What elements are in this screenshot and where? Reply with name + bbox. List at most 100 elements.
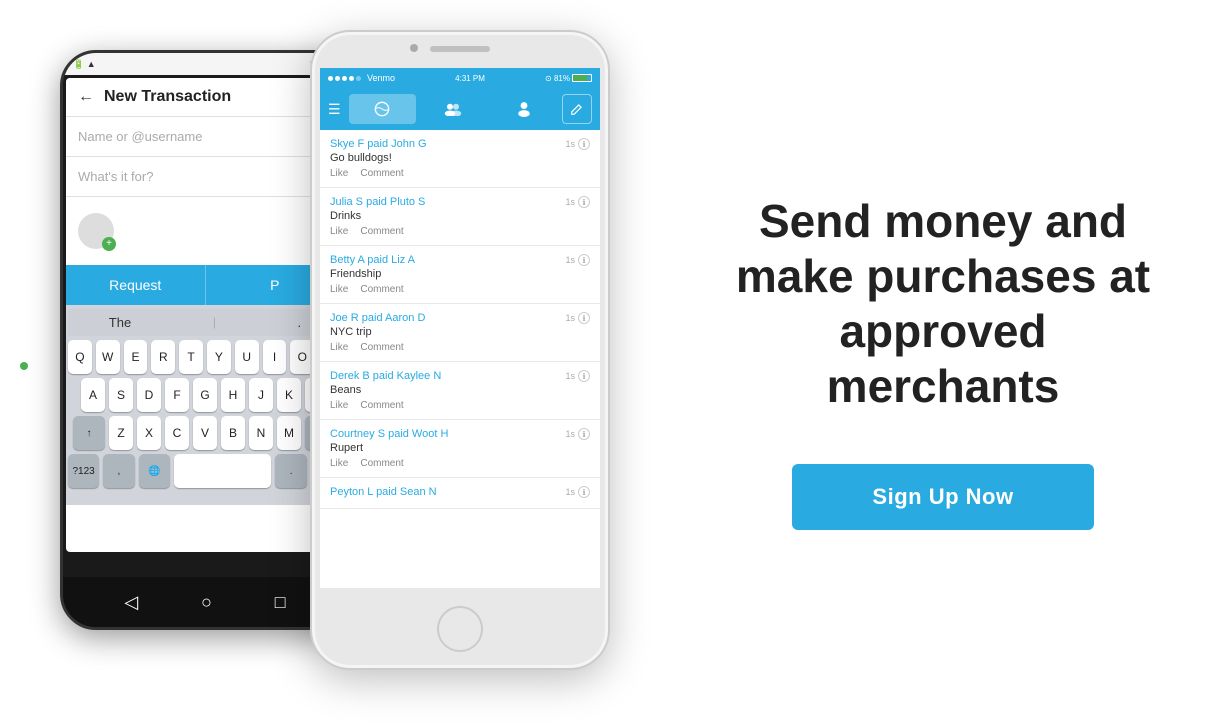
venmo-feed: Skye F paid John G 1s ℹ Go bulldogs! Lik… (320, 130, 600, 588)
iphone-speaker (430, 46, 490, 52)
venmo-nav: ☰ (320, 88, 600, 130)
key-d[interactable]: D (137, 378, 161, 412)
feed-item-6-time: 1s ℹ (565, 428, 590, 440)
key-a[interactable]: A (81, 378, 105, 412)
key-y[interactable]: Y (207, 340, 231, 374)
key-h[interactable]: H (221, 378, 245, 412)
comment-btn-4[interactable]: Comment (360, 342, 403, 353)
info-icon-3[interactable]: ℹ (578, 254, 590, 266)
key-globe[interactable]: 🌐 (139, 454, 170, 488)
tagline-line3: approved merchants (827, 305, 1060, 412)
feed-item-2: Julia S paid Pluto S 1s ℹ Drinks Like Co… (320, 188, 600, 246)
nav-global-feed[interactable] (349, 94, 416, 124)
key-g[interactable]: G (193, 378, 217, 412)
avatar (78, 213, 114, 249)
keyboard-row-4: ?123 , 🌐 . ↵ (68, 454, 342, 488)
feed-item-1: Skye F paid John G 1s ℹ Go bulldogs! Lik… (320, 130, 600, 188)
feed-item-7-name: Peyton L paid Sean N (330, 486, 437, 498)
keyboard-row-2: A S D F G H J K L (68, 378, 342, 412)
feed-item-1-actions: Like Comment (330, 168, 590, 179)
android-home-btn[interactable]: ○ (201, 592, 212, 613)
signup-button[interactable]: Sign Up Now (792, 464, 1093, 530)
carrier-name: Venmo (367, 73, 395, 83)
feed-item-4-name: Joe R paid Aaron D (330, 312, 425, 324)
key-t[interactable]: T (179, 340, 203, 374)
info-icon-5[interactable]: ℹ (578, 370, 590, 382)
key-q[interactable]: Q (68, 340, 92, 374)
status-time: 4:31 PM (455, 74, 485, 83)
green-dot-indicator (20, 362, 28, 370)
what-for-placeholder: What's it for? (78, 169, 153, 184)
key-s[interactable]: S (109, 378, 133, 412)
battery-fill (573, 75, 587, 81)
key-f[interactable]: F (165, 378, 189, 412)
android-back-btn[interactable]: ◁ (124, 592, 138, 613)
key-v[interactable]: V (193, 416, 217, 450)
info-icon-1[interactable]: ℹ (578, 138, 590, 150)
feed-item-5-actions: Like Comment (330, 400, 590, 411)
key-period[interactable]: . (275, 454, 306, 488)
info-icon-4[interactable]: ℹ (578, 312, 590, 324)
like-btn-6[interactable]: Like (330, 458, 348, 469)
nav-friends-feed[interactable] (420, 94, 487, 124)
key-n[interactable]: N (249, 416, 273, 450)
suggestion-the[interactable]: The (109, 315, 131, 330)
comment-btn-5[interactable]: Comment (360, 400, 403, 411)
feed-item-7-time: 1s ℹ (565, 486, 590, 498)
key-r[interactable]: R (151, 340, 175, 374)
feed-item-2-actions: Like Comment (330, 226, 590, 237)
comment-btn-1[interactable]: Comment (360, 168, 403, 179)
key-w[interactable]: W (96, 340, 120, 374)
android-status-left: 🔋 ▲ (73, 59, 96, 70)
request-button[interactable]: Request (66, 265, 206, 305)
feed-item-2-note: Drinks (330, 210, 590, 222)
android-screen: ← New Transaction Name or @username What… (66, 78, 344, 552)
compose-button[interactable] (562, 94, 592, 124)
info-icon-2[interactable]: ℹ (578, 196, 590, 208)
key-k[interactable]: K (277, 378, 301, 412)
key-i[interactable]: I (263, 340, 287, 374)
info-icon-7[interactable]: ℹ (578, 486, 590, 498)
iphone-home-button[interactable] (437, 606, 483, 652)
key-shift[interactable]: ↑ (73, 416, 105, 450)
key-space[interactable] (174, 454, 272, 488)
feed-item-7: Peyton L paid Sean N 1s ℹ (320, 478, 600, 509)
key-z[interactable]: Z (109, 416, 133, 450)
like-btn-1[interactable]: Like (330, 168, 348, 179)
comment-btn-6[interactable]: Comment (360, 458, 403, 469)
comment-btn-3[interactable]: Comment (360, 284, 403, 295)
feed-item-5-note: Beans (330, 384, 590, 396)
key-c[interactable]: C (165, 416, 189, 450)
keyboard-suggestions: The | . (68, 309, 342, 336)
key-u[interactable]: U (235, 340, 259, 374)
iphone-camera (410, 44, 418, 52)
like-btn-5[interactable]: Like (330, 400, 348, 411)
feed-item-5: Derek B paid Kaylee N 1s ℹ Beans Like Co… (320, 362, 600, 420)
key-j[interactable]: J (249, 378, 273, 412)
key-123[interactable]: ?123 (68, 454, 99, 488)
battery-bar (572, 74, 592, 82)
feed-item-4-note: NYC trip (330, 326, 590, 338)
hamburger-icon[interactable]: ☰ (328, 101, 341, 118)
key-e[interactable]: E (124, 340, 148, 374)
like-btn-3[interactable]: Like (330, 284, 348, 295)
like-btn-2[interactable]: Like (330, 226, 348, 237)
like-btn-4[interactable]: Like (330, 342, 348, 353)
name-placeholder: Name or @username (78, 129, 202, 144)
back-arrow-icon[interactable]: ← (78, 88, 94, 106)
info-icon-6[interactable]: ℹ (578, 428, 590, 440)
keyboard[interactable]: The | . Q W E R T Y U I O P (66, 305, 344, 505)
comment-btn-2[interactable]: Comment (360, 226, 403, 237)
name-input-field[interactable]: Name or @username (66, 117, 344, 157)
what-for-field[interactable]: What's it for? (66, 157, 344, 197)
key-m[interactable]: M (277, 416, 301, 450)
iphone: Venmo 4:31 PM ⊙ 81% ☰ (310, 30, 610, 670)
key-comma[interactable]: , (103, 454, 134, 488)
key-b[interactable]: B (221, 416, 245, 450)
android-nav-bar: ◁ ○ □ (63, 577, 347, 627)
android-recents-btn[interactable]: □ (275, 592, 286, 613)
android-phone: 🔋 ▲ ▶ ◀ ⊙ ← New Transaction Name or @use… (60, 50, 350, 630)
nav-profile[interactable] (491, 94, 558, 124)
key-x[interactable]: X (137, 416, 161, 450)
suggestion-dot[interactable]: . (298, 315, 302, 330)
